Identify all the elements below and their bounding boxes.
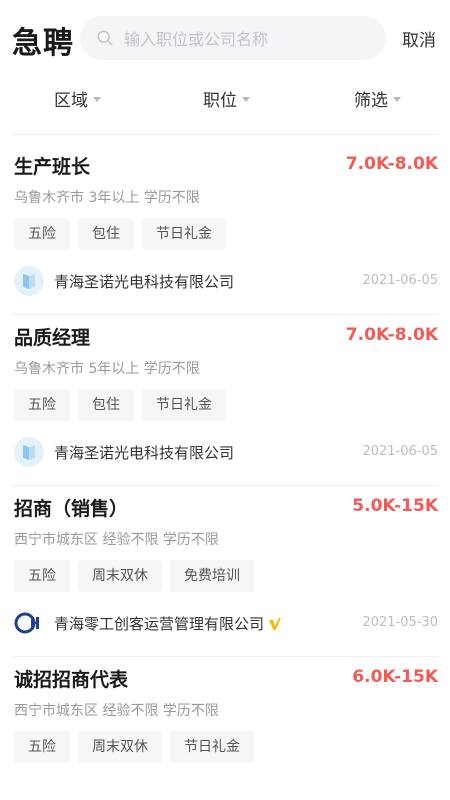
company-row[interactable]: 青海零工创客运营管理有限公司 2021-05-30 <box>14 608 438 638</box>
job-tag: 节日礼金 <box>142 389 226 421</box>
cancel-button[interactable]: 取消 <box>402 26 436 51</box>
job-meta: 乌鲁木齐市 3年以上 学历不限 <box>14 190 200 206</box>
job-tag: 节日礼金 <box>170 731 254 763</box>
search-icon <box>97 30 113 46</box>
job-title: 品质经理 <box>14 327 91 349</box>
job-meta: 乌鲁木齐市 5年以上 学历不限 <box>14 361 200 377</box>
filter-screening[interactable]: 筛选 <box>354 86 401 111</box>
filter-bar: 区域 职位 筛选 <box>0 80 450 120</box>
company-logo-icon <box>14 437 44 467</box>
job-tag: 五险 <box>14 560 70 592</box>
job-title: 生产班长 <box>14 156 91 178</box>
top-bar: 急聘 输入职位或公司名称 取消 <box>0 0 450 76</box>
job-tag: 包住 <box>78 218 134 250</box>
job-tags: 五险 周末双休 免费培训 <box>14 560 262 592</box>
job-salary: 6.0K-15K <box>352 667 438 687</box>
filter-label: 区域 <box>54 91 88 111</box>
search-input[interactable]: 输入职位或公司名称 <box>80 16 386 60</box>
post-date: 2021-05-30 <box>362 615 438 630</box>
search-placeholder: 输入职位或公司名称 <box>124 30 269 49</box>
filter-position[interactable]: 职位 <box>203 86 250 111</box>
filter-region[interactable]: 区域 <box>54 86 101 111</box>
caret-down-icon <box>93 97 101 102</box>
company-name: 青海零工创客运营管理有限公司 <box>54 613 282 634</box>
job-tag: 五险 <box>14 389 70 421</box>
divider <box>12 656 438 657</box>
job-tag: 周末双休 <box>78 560 162 592</box>
company-name: 青海圣诺光电科技有限公司 <box>54 444 235 462</box>
job-tag: 免费培训 <box>170 560 254 592</box>
company-logo-icon <box>14 608 44 638</box>
job-tags: 五险 周末双休 节日礼金 <box>14 731 262 763</box>
caret-down-icon <box>393 97 401 102</box>
post-date: 2021-06-05 <box>362 444 438 459</box>
divider <box>12 485 438 486</box>
job-salary: 5.0K-15K <box>352 496 438 516</box>
job-tag: 五险 <box>14 731 70 763</box>
divider <box>12 134 438 135</box>
job-salary: 7.0K-8.0K <box>345 325 438 345</box>
page-title: 急聘 <box>12 26 74 61</box>
company-row[interactable]: 青海圣诺光电科技有限公司 2021-06-05 <box>14 266 438 296</box>
job-meta: 西宁市城东区 经验不限 学历不限 <box>14 703 219 719</box>
job-tags: 五险 包住 节日礼金 <box>14 218 234 250</box>
job-meta: 西宁市城东区 经验不限 学历不限 <box>14 532 219 548</box>
filter-label: 职位 <box>203 91 237 111</box>
job-title: 招商（销售） <box>14 498 129 520</box>
job-tag: 周末双休 <box>78 731 162 763</box>
divider <box>12 314 438 315</box>
job-tag: 包住 <box>78 389 134 421</box>
verified-badge-icon <box>269 617 282 630</box>
filter-label: 筛选 <box>354 91 388 111</box>
job-title: 诚招招商代表 <box>14 669 129 691</box>
caret-down-icon <box>242 97 250 102</box>
post-date: 2021-06-05 <box>362 273 438 288</box>
job-tag: 节日礼金 <box>142 218 226 250</box>
company-logo-icon <box>14 266 44 296</box>
job-salary: 7.0K-8.0K <box>345 154 438 174</box>
job-tags: 五险 包住 节日礼金 <box>14 389 234 421</box>
job-tag: 五险 <box>14 218 70 250</box>
company-name: 青海圣诺光电科技有限公司 <box>54 273 235 291</box>
company-row[interactable]: 青海圣诺光电科技有限公司 2021-06-05 <box>14 437 438 467</box>
